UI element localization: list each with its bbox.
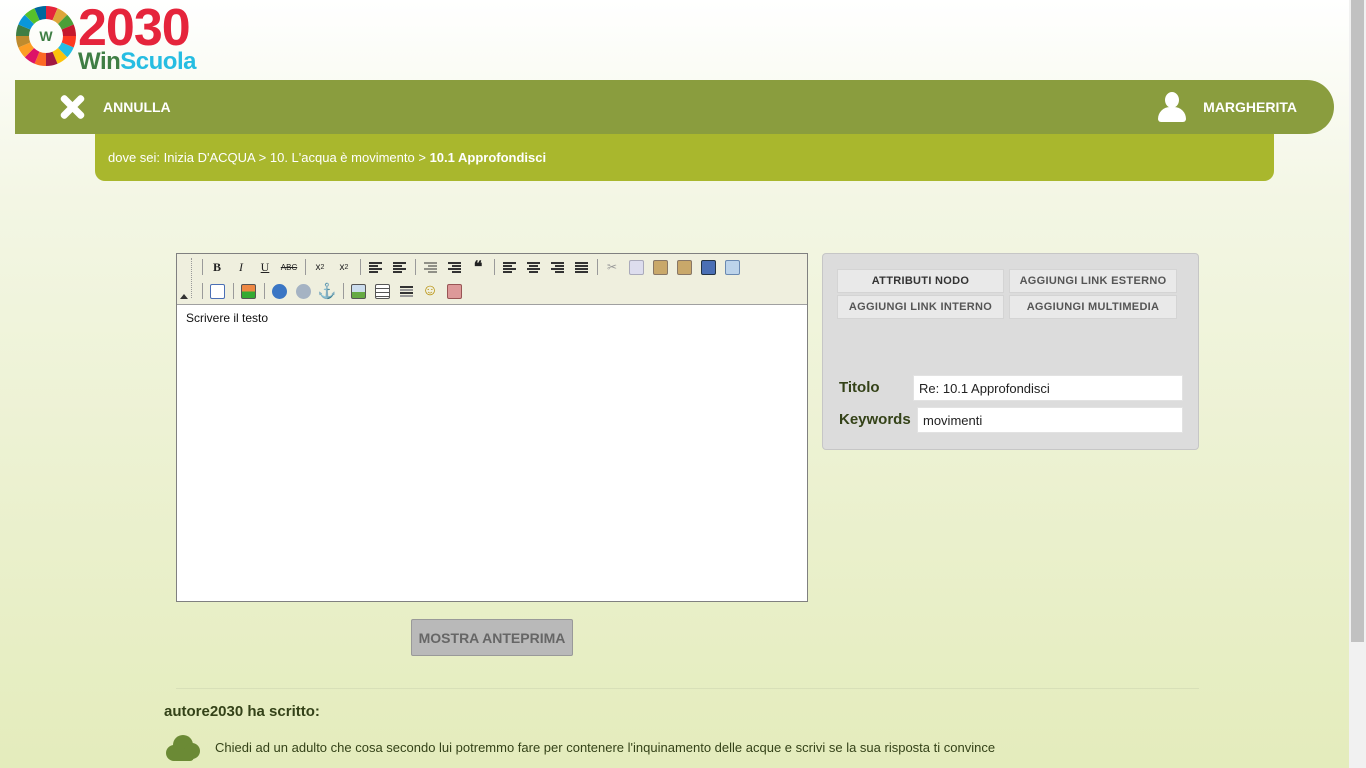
top-bar: ANNULLA MARGHERITA (15, 80, 1334, 134)
paste-icon[interactable] (649, 256, 671, 278)
logo-wheel-letter: W (39, 28, 53, 44)
bold-button[interactable]: B (206, 256, 228, 278)
divider (176, 688, 1199, 689)
close-icon (59, 94, 85, 120)
indent-icon[interactable] (443, 256, 465, 278)
subscript-button[interactable]: x2 (309, 256, 331, 278)
outdent-icon[interactable] (419, 256, 441, 278)
horizontal-rule-icon[interactable] (395, 280, 417, 302)
align-center-icon[interactable] (522, 256, 544, 278)
add-internal-link-button[interactable]: AGGIUNGI LINK INTERNO (837, 295, 1004, 319)
logo-brand-b: Scuola (120, 48, 196, 75)
breadcrumb-item-movimento[interactable]: 10. L'acqua è movimento (270, 150, 415, 165)
italic-button[interactable]: I (230, 256, 252, 278)
user-name: MARGHERITA (1203, 99, 1297, 115)
winscuola-logo[interactable]: W 2030 WinScuola (14, 0, 214, 75)
unlink-icon[interactable] (292, 280, 314, 302)
logo-brand: WinScuola (78, 48, 196, 76)
editor-toolbar: B I U ABC x2 x2 ❝ ✂ ⚓ ☺ (177, 254, 807, 305)
user-icon (1157, 92, 1187, 122)
user-menu[interactable]: MARGHERITA (1157, 92, 1297, 122)
preview-button[interactable]: MOSTRA ANTEPRIMA (411, 619, 573, 656)
cut-icon[interactable]: ✂ (601, 256, 623, 278)
source-icon[interactable] (206, 280, 228, 302)
link-icon[interactable] (268, 280, 290, 302)
editor-content-area[interactable]: Scrivere il testo (177, 305, 807, 601)
toolbar-grip (191, 258, 193, 298)
node-properties-panel: ATTRIBUTI NODO AGGIUNGI LINK ESTERNO AGG… (822, 253, 1199, 450)
cancel-button[interactable]: ANNULLA (59, 94, 171, 120)
smiley-icon[interactable]: ☺ (419, 280, 441, 302)
cloud-icon (164, 733, 200, 761)
paste-text-icon[interactable] (673, 256, 695, 278)
scrollbar-thumb[interactable] (1351, 0, 1364, 642)
breadcrumb: dove sei: Inizia D'ACQUA > 10. L'acqua è… (95, 134, 1274, 181)
paste-word-icon[interactable] (697, 256, 719, 278)
add-multimedia-button[interactable]: AGGIUNGI MULTIMEDIA (1009, 295, 1177, 319)
breadcrumb-prefix: dove sei: (108, 150, 161, 165)
blockquote-icon[interactable]: ❝ (467, 256, 489, 278)
table-icon[interactable] (371, 280, 393, 302)
cancel-label: ANNULLA (103, 99, 171, 115)
add-external-link-button[interactable]: AGGIUNGI LINK ESTERNO (1009, 269, 1177, 293)
message: Chiedi ad un adulto che cosa secondo lui… (164, 733, 995, 761)
align-left-icon[interactable] (498, 256, 520, 278)
title-input[interactable] (913, 375, 1183, 401)
bulleted-list-icon[interactable] (388, 256, 410, 278)
superscript-button[interactable]: x2 (333, 256, 355, 278)
rich-text-editor: B I U ABC x2 x2 ❝ ✂ ⚓ ☺ Scrivere il test… (176, 253, 808, 602)
page-scrollbar[interactable] (1349, 0, 1366, 768)
message-text: Chiedi ad un adulto che cosa secondo lui… (215, 739, 996, 755)
toolbar-collapse-icon[interactable] (180, 294, 188, 299)
numbered-list-icon[interactable] (364, 256, 386, 278)
image-icon[interactable] (347, 280, 369, 302)
sdg-wheel-icon: W (16, 6, 76, 66)
message-author: autore2030 ha scritto: (164, 703, 320, 720)
strikethrough-button[interactable]: ABC (278, 256, 300, 278)
breadcrumb-separator: > (418, 150, 426, 165)
anchor-icon[interactable]: ⚓ (316, 280, 338, 302)
special-char-icon[interactable] (443, 280, 465, 302)
title-label: Titolo (839, 379, 880, 396)
breadcrumb-current: 10.1 Approfondisci (429, 150, 547, 165)
highlight-icon[interactable] (237, 280, 259, 302)
keywords-label: Keywords (839, 411, 911, 428)
underline-button[interactable]: U (254, 256, 276, 278)
keywords-input[interactable] (917, 407, 1183, 433)
breadcrumb-separator: > (258, 150, 267, 165)
justify-icon[interactable] (570, 256, 592, 278)
breadcrumb-item-inizia[interactable]: Inizia D'ACQUA (164, 150, 255, 165)
logo-brand-a: Win (78, 48, 121, 75)
copy-icon[interactable] (625, 256, 647, 278)
align-right-icon[interactable] (546, 256, 568, 278)
select-all-icon[interactable] (721, 256, 743, 278)
node-attributes-button[interactable]: ATTRIBUTI NODO (837, 269, 1004, 293)
